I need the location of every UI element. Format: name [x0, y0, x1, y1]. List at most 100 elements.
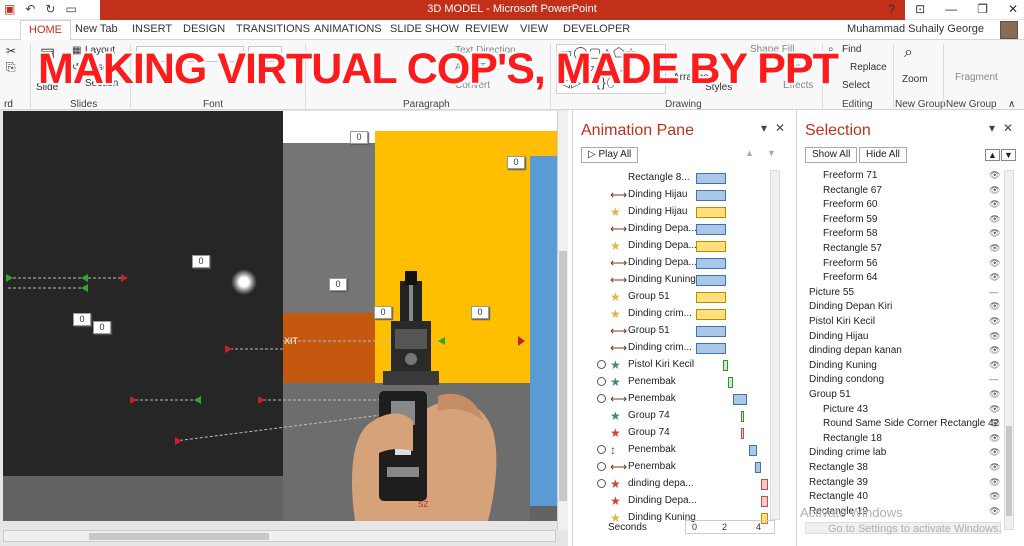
timing-bar[interactable] — [696, 343, 726, 354]
timing-bar[interactable] — [749, 445, 757, 456]
animation-item[interactable]: ★ Dinding crim... — [581, 306, 781, 323]
animation-item[interactable]: ★ Group 74 — [581, 425, 781, 442]
timing-bar[interactable] — [761, 479, 768, 490]
animation-item[interactable]: ★ dinding depa... — [581, 476, 781, 493]
eye-icon[interactable]: 👁 — [989, 316, 1000, 327]
horizontal-scroll-thumb[interactable] — [89, 533, 269, 540]
selection-item[interactable]: Dinding Kuning — [809, 360, 877, 374]
eye-icon[interactable]: 👁 — [989, 272, 1000, 283]
copy-icon[interactable]: ⎘ — [6, 60, 16, 75]
animation-item[interactable]: ⟷ Dinding Kuning — [581, 272, 781, 289]
eye-icon[interactable]: 👁 — [989, 301, 1000, 312]
timing-bar[interactable] — [696, 173, 726, 184]
slide-canvas[interactable]: 0 0 0 0 0 0 0 0 XIT SZ — [3, 111, 557, 521]
timing-bar[interactable] — [696, 241, 726, 252]
send-backward-icon[interactable]: ▼ — [1001, 149, 1016, 161]
minimize-icon[interactable]: — — [945, 2, 957, 16]
eye-icon[interactable]: 👁 — [989, 477, 1000, 488]
close-icon[interactable]: ✕ — [1003, 121, 1013, 135]
tab-insert[interactable]: INSERT — [132, 23, 172, 35]
timing-bar[interactable] — [696, 292, 726, 303]
close-icon[interactable]: ✕ — [1008, 2, 1018, 16]
gun-in-hand[interactable]: SZ — [343, 271, 503, 521]
restore-icon[interactable]: ❐ — [977, 2, 988, 16]
vertical-scrollbar[interactable] — [557, 111, 568, 530]
selection-item[interactable]: Freeform 56 — [823, 258, 877, 272]
animation-item[interactable]: ⟷ Penembak — [581, 459, 781, 476]
selection-item[interactable]: Group 51 — [809, 389, 851, 403]
timing-bar[interactable] — [728, 377, 733, 388]
eye-icon[interactable]: 👁 — [989, 491, 1000, 502]
eye-icon[interactable]: 👁 — [989, 185, 1000, 196]
animation-item[interactable]: ★ Pistol Kiri Kecil — [581, 357, 781, 374]
eye-icon[interactable]: 👁 — [989, 462, 1000, 473]
move-up-icon[interactable]: ▲ — [745, 148, 754, 158]
hidden-icon[interactable]: — — [989, 287, 998, 297]
user-name[interactable]: Muhammad Suhaily George — [847, 23, 984, 35]
timing-bar[interactable] — [733, 394, 747, 405]
timing-bar[interactable] — [696, 224, 726, 235]
selection-item[interactable]: Dinding Hijau — [809, 331, 868, 345]
animation-item[interactable]: ★ Dinding Depa... — [581, 493, 781, 510]
eye-icon[interactable]: 👁 — [989, 199, 1000, 210]
seconds-label[interactable]: Seconds — [608, 522, 647, 533]
selection-item[interactable]: Pistol Kiri Kecil — [809, 316, 875, 330]
selection-item[interactable]: Freeform 60 — [823, 199, 877, 213]
cut-icon[interactable]: ✂ — [6, 44, 16, 58]
selection-item[interactable]: Rectangle 39 — [809, 477, 868, 491]
tab-home[interactable]: HOME — [20, 20, 71, 41]
eye-icon[interactable]: 👁 — [989, 258, 1000, 269]
horizontal-scrollbar[interactable] — [3, 530, 556, 542]
eye-icon[interactable]: 👁 — [989, 404, 1000, 415]
timing-bar[interactable] — [741, 411, 744, 422]
hide-all-button[interactable]: Hide All — [859, 147, 907, 163]
animation-tag[interactable]: 0 — [192, 255, 210, 268]
animation-tag[interactable]: 0 — [507, 156, 525, 169]
help-button[interactable]: ? — [888, 2, 895, 16]
collapse-ribbon-icon[interactable]: ∧ — [1008, 99, 1015, 110]
selection-scrollbar[interactable] — [1004, 170, 1014, 530]
play-all-button[interactable]: ▷ Play All — [581, 147, 639, 163]
selection-item[interactable]: Freeform 58 — [823, 228, 877, 242]
eye-icon[interactable]: 👁 — [989, 506, 1000, 517]
selection-item[interactable]: Dinding Depan Kiri — [809, 301, 892, 315]
animation-tag[interactable]: 0 — [73, 313, 91, 326]
selection-item[interactable]: Rectangle 57 — [823, 243, 882, 257]
timing-bar[interactable] — [723, 360, 728, 371]
selection-item[interactable]: Rectangle 38 — [809, 462, 868, 476]
animation-item[interactable]: ★ Group 51 — [581, 289, 781, 306]
animation-item[interactable]: ★ Group 74 — [581, 408, 781, 425]
timing-bar[interactable] — [696, 258, 726, 269]
show-all-button[interactable]: Show All — [805, 147, 858, 163]
eye-icon[interactable]: 👁 — [989, 331, 1000, 342]
eye-icon[interactable]: 👁 — [989, 447, 1000, 458]
selection-item[interactable]: Picture 55 — [809, 287, 854, 301]
timing-bar[interactable] — [755, 462, 761, 473]
selection-item[interactable]: Rectangle 67 — [823, 185, 882, 199]
animation-item[interactable]: ⟷ Dinding crim... — [581, 340, 781, 357]
eye-icon[interactable]: 👁 — [989, 170, 1000, 181]
animation-tag[interactable]: 0 — [93, 321, 111, 334]
tab-slide-show[interactable]: SLIDE SHOW — [390, 23, 459, 35]
timing-bar[interactable] — [761, 496, 768, 507]
pane-options-icon[interactable]: ▾ — [761, 121, 767, 135]
animation-item[interactable]: ★ Dinding Depa... — [581, 238, 781, 255]
selection-item[interactable]: Freeform 64 — [823, 272, 877, 286]
timing-bar[interactable] — [696, 207, 726, 218]
avatar[interactable] — [1000, 21, 1018, 39]
animation-item[interactable]: ⟷ Penembak — [581, 391, 781, 408]
animation-item[interactable]: Rectangle 8... — [581, 170, 781, 187]
animation-list-scrollbar[interactable] — [770, 170, 780, 520]
timing-bar[interactable] — [696, 190, 726, 201]
eye-icon[interactable]: 👁 — [989, 243, 1000, 254]
animation-item[interactable]: ⟷ Dinding Depa... — [581, 221, 781, 238]
timing-bar[interactable] — [696, 275, 726, 286]
selection-item[interactable]: dinding depan kanan — [809, 345, 902, 359]
tab-new-tab[interactable]: New Tab — [75, 23, 118, 35]
timing-bar[interactable] — [696, 309, 726, 320]
selection-item[interactable]: Freeform 59 — [823, 214, 877, 228]
hidden-icon[interactable]: — — [989, 374, 998, 384]
timing-bar[interactable] — [741, 428, 744, 439]
animation-item[interactable]: ★ Dinding Hijau — [581, 204, 781, 221]
eye-icon[interactable]: 👁 — [989, 228, 1000, 239]
